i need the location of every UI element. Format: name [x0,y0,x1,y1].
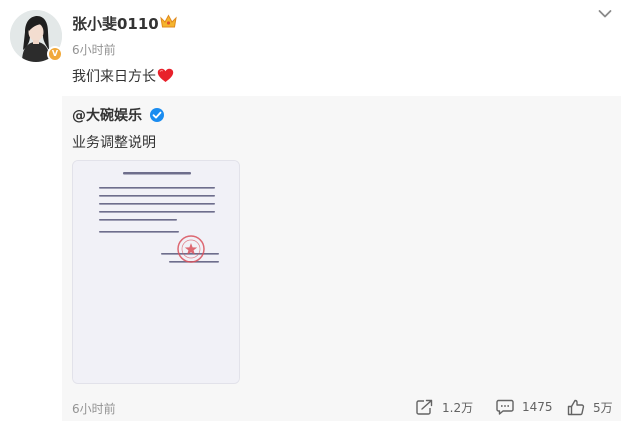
original-post-text: 业务调整说明 [72,135,156,151]
repost-container[interactable]: @大碗娱乐 业务调整说明 6小时前 1.2万 1475 5万 [62,96,621,421]
thumbs-up-icon [567,399,585,415]
post-text-content: 我们来日方长 [72,69,156,85]
weibo-post-card: V 张小斐0110 6小时前 我们来日方长 @大碗娱乐 业务调整说明 6小时前 … [0,0,621,421]
verified-v-badge-icon: V [47,46,63,62]
like-button[interactable]: 5万 [567,398,613,416]
red-heart-emoji-icon [157,68,174,82]
post-timestamp[interactable]: 6小时前 [72,41,116,58]
share-icon [416,399,433,415]
comment-icon [496,399,514,415]
chevron-down-icon[interactable] [598,9,612,19]
document-scan-image[interactable] [72,160,240,384]
original-author[interactable]: @大碗娱乐 [72,105,142,125]
repost-count: 1.2万 [442,400,474,415]
blue-verified-icon [150,108,164,122]
vip-crown-icon[interactable] [160,14,177,29]
comment-button[interactable]: 1475 [496,398,553,416]
post-username[interactable]: 张小斐0110 [72,13,159,34]
repost-button[interactable]: 1.2万 [416,398,473,416]
footer-timestamp[interactable]: 6小时前 [72,400,116,417]
like-count: 5万 [593,400,613,415]
post-text: 我们来日方长 [72,66,174,86]
comment-count: 1475 [522,400,553,414]
